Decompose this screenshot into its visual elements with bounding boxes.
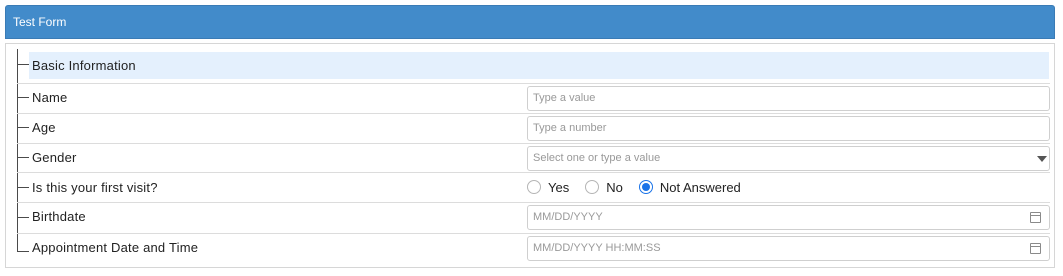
radio-no[interactable] (585, 180, 600, 194)
field-label-birthdate: Birthdate (32, 209, 86, 224)
field-label-name: Name (32, 90, 68, 105)
name-input[interactable]: Type a value (527, 86, 1050, 111)
gender-select-placeholder: Select one or type a value (533, 152, 661, 164)
tree-tick (17, 127, 29, 128)
tree-tick (17, 64, 29, 65)
name-input-placeholder: Type a value (533, 92, 596, 104)
section-title: Basic Information (32, 58, 136, 73)
tree-tick (17, 251, 29, 252)
form-title-bar: Test Form (5, 5, 1055, 39)
radio-label-no[interactable]: No (606, 180, 623, 195)
field-label-first-visit: Is this your first visit? (32, 180, 158, 195)
tree-tick (17, 97, 29, 98)
age-input-placeholder: Type a number (533, 122, 607, 134)
section-header: Basic Information (29, 52, 1049, 79)
calendar-icon[interactable] (1030, 212, 1041, 223)
tree-tick (17, 157, 29, 158)
form-title: Test Form (13, 15, 67, 29)
radio-label-not-answered[interactable]: Not Answered (660, 180, 741, 195)
radio-option-no[interactable]: No (585, 180, 623, 195)
gender-select[interactable]: Select one or type a value (527, 146, 1050, 171)
birthdate-input[interactable]: MM/DD/YYYY (527, 205, 1050, 230)
radio-option-not-answered[interactable]: Not Answered (638, 180, 741, 195)
radio-label-yes[interactable]: Yes (548, 180, 569, 195)
radio-yes[interactable] (527, 180, 541, 194)
appointment-datetime-input[interactable]: MM/DD/YYYY HH:MM:SS (527, 236, 1050, 261)
radio-option-yes[interactable]: Yes (527, 180, 569, 195)
chevron-down-icon[interactable] (1037, 156, 1047, 162)
age-input[interactable]: Type a number (527, 116, 1050, 141)
birthdate-input-placeholder: MM/DD/YYYY (533, 211, 603, 223)
radio-not-answered[interactable] (638, 180, 653, 194)
first-visit-radio-group: Yes No Not Answered (527, 178, 741, 196)
field-label-appointment: Appointment Date and Time (32, 240, 199, 255)
tree-tick (17, 217, 29, 218)
field-label-age: Age (32, 120, 56, 135)
appointment-input-placeholder: MM/DD/YYYY HH:MM:SS (533, 242, 661, 254)
field-label-gender: Gender (32, 150, 77, 165)
calendar-icon[interactable] (1030, 243, 1041, 254)
tree-tick (17, 187, 29, 188)
